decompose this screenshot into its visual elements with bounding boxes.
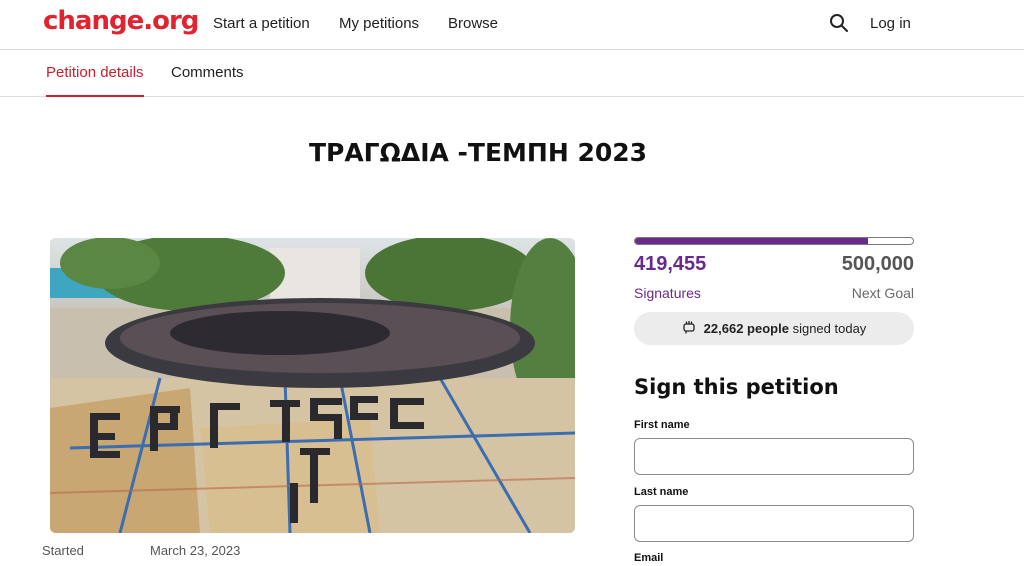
first-name-field[interactable]	[634, 438, 914, 475]
petition-title: ΤΡΑΓΩΔΙΑ -ΤΕΜΠΗ 2023	[308, 138, 648, 167]
top-navigation-bar: change.org Start a petition My petitions…	[0, 0, 1024, 50]
tab-petition-details[interactable]: Petition details	[46, 64, 144, 97]
signature-progress-fill	[635, 238, 869, 244]
raised-fist-icon	[682, 320, 696, 337]
started-label: Started	[42, 543, 84, 558]
logo-link[interactable]: change.org	[43, 6, 199, 36]
goal-count: 500,000	[841, 253, 914, 275]
started-date: March 23, 2023	[150, 543, 241, 558]
nav-my-petitions[interactable]: My petitions	[339, 15, 419, 32]
search-icon[interactable]	[829, 13, 849, 33]
login-link[interactable]: Log in	[870, 15, 911, 32]
signature-count: 419,455	[634, 253, 707, 275]
signature-progress-bar	[634, 237, 914, 245]
signed-today-text: signed today	[792, 321, 867, 336]
signatures-label: Signatures	[634, 285, 701, 301]
next-goal-label: Next Goal	[851, 285, 914, 301]
email-label: Email	[634, 552, 664, 564]
nav-start-a-petition[interactable]: Start a petition	[213, 15, 310, 32]
last-name-field[interactable]	[634, 505, 914, 542]
signed-today-badge: 22,662 people signed today	[634, 312, 914, 345]
petition-photo-illustration	[50, 238, 575, 533]
tab-comments[interactable]: Comments	[171, 64, 244, 95]
nav-browse[interactable]: Browse	[448, 15, 498, 32]
petition-tabs: Petition details Comments	[0, 50, 1024, 97]
last-name-label: Last name	[634, 486, 689, 498]
first-name-label: First name	[634, 419, 690, 431]
petition-photo	[50, 238, 575, 533]
signed-today-count: 22,662 people	[703, 321, 789, 336]
sign-petition-heading: Sign this petition	[634, 375, 839, 399]
